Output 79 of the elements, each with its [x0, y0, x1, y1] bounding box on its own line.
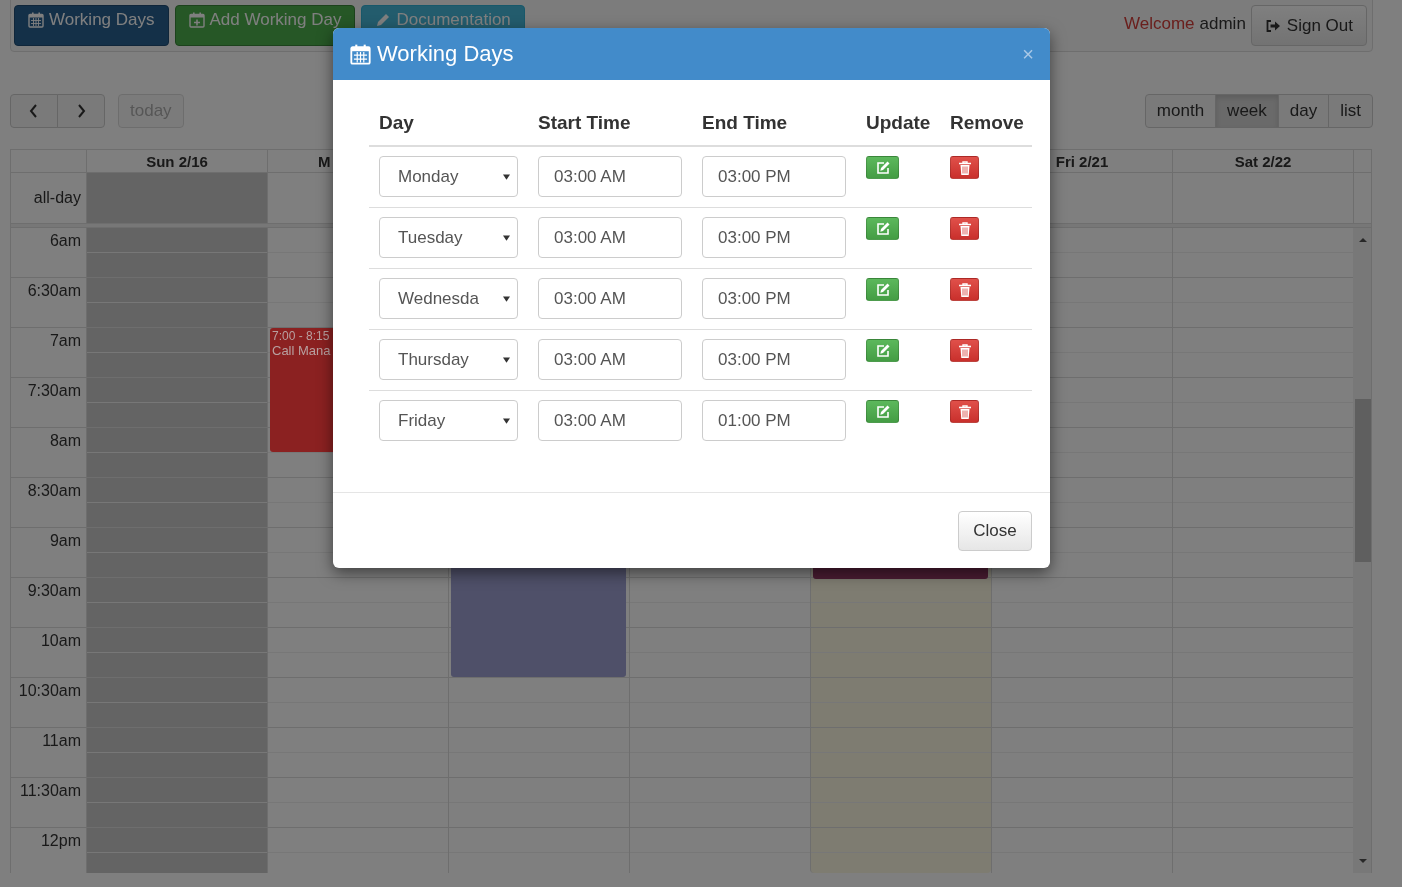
caret-icon — [503, 234, 510, 241]
end-time-field[interactable]: 03:00 PM — [702, 339, 846, 380]
time-label: 8am — [49, 432, 81, 449]
update-button[interactable] — [866, 278, 899, 301]
column-header: Sun 2/16 — [146, 152, 208, 170]
scrollbar[interactable] — [1353, 228, 1371, 873]
column-header: Start Time — [537, 111, 632, 134]
trash-icon — [956, 220, 973, 237]
column-header: End Time — [701, 111, 789, 134]
event-time: 7:00 - 8:15 — [272, 329, 331, 343]
remove-button[interactable] — [950, 217, 979, 240]
sign-out-button[interactable]: Sign Out — [1250, 5, 1367, 46]
remove-button[interactable] — [950, 339, 979, 362]
view-button[interactable]: month — [1144, 94, 1217, 128]
remove-button[interactable] — [950, 278, 979, 301]
edit-icon — [874, 403, 891, 420]
time-label: 6:30am — [27, 282, 81, 299]
edit-icon — [874, 220, 891, 237]
welcome-text: Welcome — [1124, 14, 1195, 34]
start-time-field[interactable]: 03:00 AM — [538, 278, 682, 319]
update-button[interactable] — [866, 400, 899, 423]
time-label: 9am — [49, 532, 81, 549]
time-label: 11am — [42, 732, 81, 749]
user-name: admin — [1199, 14, 1246, 34]
trash-icon — [956, 159, 973, 176]
column-header: M — [318, 152, 332, 170]
end-time-field[interactable]: 03:00 PM — [702, 156, 846, 197]
update-button[interactable] — [866, 217, 899, 240]
edit-icon — [874, 281, 891, 298]
time-label: 9:30am — [27, 582, 81, 599]
column-header: Day — [378, 111, 415, 134]
time-label: 10am — [40, 632, 81, 649]
time-label: 6am — [49, 232, 81, 249]
start-time-field[interactable]: 03:00 AM — [538, 400, 682, 441]
day-select[interactable]: Thursday — [379, 339, 518, 380]
caret-icon — [503, 356, 510, 363]
day-select[interactable]: Friday — [379, 400, 518, 441]
close-dialog-button[interactable]: Close — [958, 510, 1032, 551]
caret-icon — [503, 295, 510, 302]
sign-out-icon — [1264, 17, 1281, 34]
day-select[interactable]: Wednesda — [379, 278, 518, 319]
update-button[interactable] — [866, 339, 899, 362]
time-label: 7:30am — [27, 382, 81, 399]
column-header: Fri 2/21 — [1055, 152, 1109, 170]
day-select[interactable]: Monday — [379, 156, 518, 197]
trash-icon — [956, 281, 973, 298]
end-time-field[interactable]: 01:00 PM — [702, 400, 846, 441]
trash-icon — [956, 403, 973, 420]
column-header: Update — [865, 111, 932, 134]
caret-icon — [503, 417, 510, 424]
remove-button[interactable] — [950, 156, 979, 179]
update-button[interactable] — [866, 156, 899, 179]
edit-icon — [874, 159, 891, 176]
trash-icon — [956, 342, 973, 359]
calendar-plus-icon — [188, 12, 205, 28]
day-select[interactable]: Tuesday — [379, 217, 518, 258]
time-label: 12pm — [40, 832, 81, 849]
time-label: 10:30am — [18, 682, 81, 699]
remove-button[interactable] — [950, 400, 979, 423]
end-time-field[interactable]: 03:00 PM — [702, 278, 846, 319]
calendar-icon — [350, 43, 371, 65]
column-header: Sat 2/22 — [1234, 152, 1292, 170]
calendar-icon — [28, 12, 44, 28]
start-time-field[interactable]: 03:00 AM — [538, 156, 682, 197]
chevron-left-icon — [29, 103, 39, 119]
time-label: 8:30am — [27, 482, 81, 499]
view-button[interactable]: day — [1277, 94, 1330, 128]
start-time-field[interactable]: 03:00 AM — [538, 339, 682, 380]
end-time-field[interactable]: 03:00 PM — [702, 217, 846, 258]
event-title: Call Mana — [272, 343, 332, 358]
chevron-right-icon — [76, 103, 86, 119]
all-day-label: all-day — [33, 189, 81, 207]
edit-icon — [874, 342, 891, 359]
column-header: Remove — [949, 111, 1025, 134]
start-time-field[interactable]: 03:00 AM — [538, 217, 682, 258]
time-label: 7am — [49, 332, 81, 349]
caret-icon — [503, 173, 510, 180]
view-button[interactable]: list — [1328, 94, 1373, 128]
time-label: 11:30am — [19, 782, 81, 799]
